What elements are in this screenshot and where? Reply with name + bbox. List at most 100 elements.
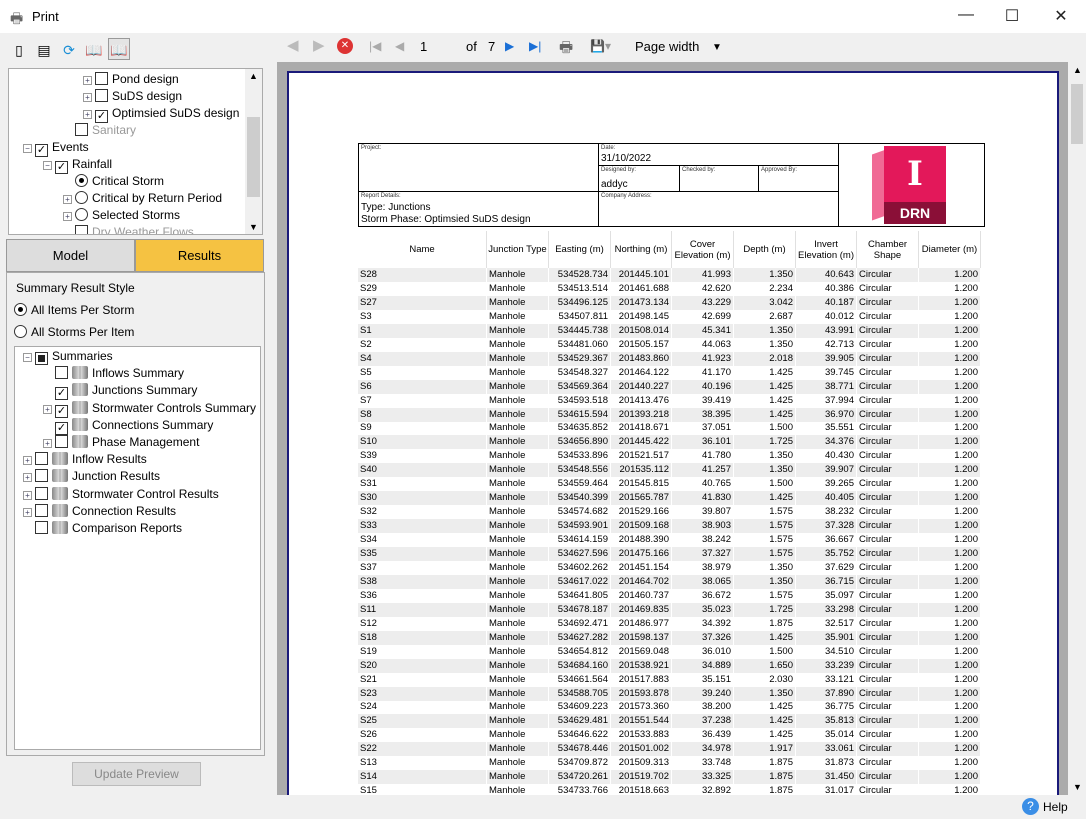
radio-button[interactable]	[75, 191, 88, 204]
checkbox[interactable]	[95, 89, 108, 102]
tree-scrollbar[interactable]: ▲ ▼	[245, 69, 262, 234]
checkbox[interactable]	[55, 435, 68, 448]
tree-node[interactable]: +Critical Storm	[63, 173, 164, 190]
tree-node[interactable]: + Selected Storms	[63, 207, 180, 224]
table-cell: Circular	[857, 519, 919, 534]
checkbox[interactable]: ✓	[55, 387, 68, 401]
expand-icon[interactable]: +	[63, 195, 72, 204]
checkbox[interactable]	[35, 486, 48, 500]
table-cell: 201475.166	[611, 547, 672, 561]
tree-node[interactable]: − Summaries	[23, 348, 113, 365]
minimize-button[interactable]: —	[943, 6, 989, 28]
first-page-icon[interactable]: |◀	[369, 39, 381, 53]
collapse-icon[interactable]: −	[23, 144, 32, 153]
tree-node[interactable]: +Inflows Summary	[43, 365, 184, 382]
print-icon[interactable]: 🖶	[559, 37, 573, 62]
radio-button[interactable]	[75, 208, 88, 221]
stop-icon[interactable]: ✕	[337, 38, 353, 54]
tree-node[interactable]: − ✓ Events	[23, 139, 89, 157]
maximize-button[interactable]: ☐	[989, 6, 1035, 28]
tree-node[interactable]: + SuDS design	[83, 88, 182, 105]
tree-node-label: Inflow Results	[72, 452, 147, 467]
expand-icon[interactable]: +	[83, 76, 92, 85]
expand-icon[interactable]: +	[23, 473, 32, 483]
table-cell: 2.030	[734, 672, 796, 687]
checkbox[interactable]	[75, 225, 88, 234]
prev-page-icon[interactable]: ◀	[395, 39, 404, 53]
tree-node[interactable]: + Junction Results	[23, 468, 160, 485]
tree-node[interactable]: + ✓ Stormwater Controls Summary	[43, 400, 256, 418]
expand-icon[interactable]: +	[83, 110, 92, 119]
forward-icon[interactable]: ▶	[313, 36, 325, 54]
book-icon[interactable]: 📖	[108, 38, 130, 60]
tree-node[interactable]: + Connection Results	[23, 503, 176, 520]
tab-model[interactable]: Model	[6, 239, 135, 272]
tree-node[interactable]: +Sanitary	[63, 122, 136, 139]
tree-node[interactable]: + Stormwater Control Results	[23, 486, 219, 503]
back-icon[interactable]: ◀	[287, 36, 299, 54]
chevron-down-icon[interactable]: ▼	[712, 42, 722, 53]
table-cell: Circular	[857, 547, 919, 561]
single-page-icon[interactable]: ▯	[8, 39, 30, 61]
close-button[interactable]: ✕	[1038, 6, 1084, 28]
zoom-select[interactable]: Page width	[635, 39, 699, 54]
checkbox[interactable]	[95, 72, 108, 85]
expand-icon[interactable]: +	[43, 404, 52, 414]
help-icon[interactable]: ?	[1022, 798, 1039, 815]
table-cell: 33.061	[796, 742, 857, 757]
last-page-icon[interactable]: ▶|	[529, 39, 541, 53]
checkbox[interactable]	[55, 366, 68, 380]
table-cell: 534635.852	[549, 421, 611, 436]
save-icon[interactable]: 💾▾	[590, 39, 611, 53]
page-number-input[interactable]: 1	[420, 39, 427, 54]
expand-icon[interactable]: +	[83, 93, 92, 102]
tree-node[interactable]: +Dry Weather Flows	[63, 224, 194, 234]
expand-icon[interactable]: +	[23, 456, 32, 466]
tree-node[interactable]: + Inflow Results	[23, 451, 147, 468]
tab-results[interactable]: Results	[135, 239, 264, 272]
table-cell: Manhole	[487, 477, 549, 492]
option-all-storms-per-item[interactable]: All Storms Per Item	[14, 325, 134, 339]
checkbox[interactable]	[35, 503, 48, 517]
tree-node[interactable]: − ✓ Rainfall	[43, 156, 112, 174]
expand-icon[interactable]: +	[43, 439, 52, 448]
expand-icon[interactable]: +	[63, 212, 72, 221]
checkbox[interactable]	[35, 452, 48, 466]
checkbox[interactable]	[75, 123, 88, 136]
table-cell: 3.042	[734, 295, 796, 310]
checkbox[interactable]	[35, 352, 48, 365]
table-cell: 1.350	[734, 560, 796, 575]
collapse-icon[interactable]: −	[23, 353, 32, 362]
collapse-icon[interactable]: −	[43, 161, 52, 170]
radio-button[interactable]	[75, 174, 88, 187]
option-all-items-per-storm[interactable]: All Items Per Storm	[14, 303, 134, 317]
checkbox[interactable]	[35, 469, 48, 483]
table-cell: 1.200	[919, 421, 981, 436]
update-preview-button[interactable]: Update Preview	[72, 762, 201, 786]
table-cell: 201569.048	[611, 644, 672, 659]
help-link[interactable]: Help	[1043, 800, 1068, 814]
book-map-icon[interactable]: 📖	[83, 39, 105, 61]
refresh-icon[interactable]: ⟳	[58, 39, 80, 61]
table-cell: Circular	[857, 268, 919, 282]
report-tree[interactable]: −Summaries+Inflows Summary+✓Junctions Su…	[14, 346, 261, 750]
checkbox[interactable]	[35, 521, 48, 534]
expand-icon[interactable]: +	[23, 507, 32, 517]
multi-page-icon[interactable]: ▤	[33, 39, 55, 61]
scenario-tree[interactable]: + Pond design + SuDS design + ✓ Optimsied SuDS…	[8, 68, 263, 235]
tree-node[interactable]: + Critical by Return Period	[63, 190, 222, 207]
tree-node[interactable]: +Comparison Reports	[23, 520, 182, 537]
table-cell: 2.687	[734, 309, 796, 324]
table-cell: 1.500	[734, 477, 796, 492]
tree-node[interactable]: +✓Junctions Summary	[43, 382, 197, 401]
tree-node[interactable]: + Pond design	[83, 71, 179, 88]
tree-node[interactable]: +✓Connections Summary	[43, 417, 213, 435]
tree-node[interactable]: + Phase Management	[43, 434, 199, 451]
tree-node[interactable]: + ✓ Optimsied SuDS design	[83, 105, 239, 123]
checkbox[interactable]: ✓	[55, 404, 68, 418]
checkbox[interactable]: ✓	[55, 421, 68, 435]
preview-scrollbar[interactable]: ▲ ▼	[1068, 62, 1086, 795]
table-cell: Manhole	[487, 323, 549, 338]
expand-icon[interactable]: +	[23, 490, 32, 500]
next-page-icon[interactable]: ▶	[505, 39, 514, 53]
